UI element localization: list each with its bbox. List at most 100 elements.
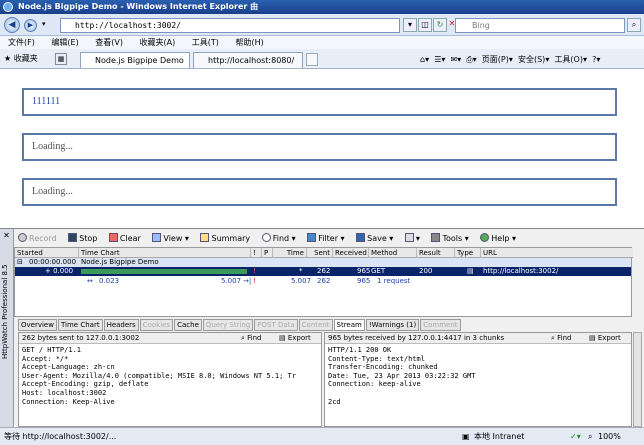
summary-button[interactable]: Summary	[200, 231, 250, 246]
tab-localhost-8080[interactable]: http://localhost:8080/	[193, 52, 303, 68]
safety-menu[interactable]: 安全(S)	[518, 55, 545, 64]
menu-file[interactable]: 文件(F)	[8, 38, 35, 47]
tab-warnings[interactable]: !Warnings (1)	[365, 319, 420, 331]
refresh-icon[interactable]: ↻	[433, 18, 447, 32]
print-icon[interactable]: ⎙▾	[466, 55, 476, 64]
request-stream-pane: 262 bytes sent to 127.0.0.1:3002 ⌕ Find …	[18, 332, 322, 427]
tools-menu[interactable]: 工具(O)	[554, 55, 583, 64]
menu-help[interactable]: 帮助(H)	[235, 38, 263, 47]
status-text: 等待 http://localhost:3002/...	[4, 432, 117, 441]
help-icon	[480, 233, 490, 242]
view-icon	[152, 233, 162, 242]
request-stream-text[interactable]: GET / HTTP/1.1 Accept: */* Accept-Langua…	[22, 346, 296, 406]
tab-query-string[interactable]: Query String	[202, 319, 254, 331]
home-icon[interactable]: ⌂▾	[420, 55, 429, 64]
clear-icon	[108, 233, 118, 242]
response-scrollbar[interactable]	[633, 332, 642, 427]
col-method[interactable]: Method	[369, 248, 417, 258]
print-button[interactable]: ▾	[404, 231, 420, 246]
tab-cookies[interactable]: Cookies	[139, 319, 174, 331]
address-dropdown-icon[interactable]: ▾	[403, 18, 417, 32]
quick-tabs-icon[interactable]: ▦	[55, 53, 67, 65]
find-button[interactable]: Find ▾	[261, 231, 296, 246]
mail-icon[interactable]: ✉▾	[450, 55, 461, 64]
col-started[interactable]: Started	[15, 248, 79, 258]
find-icon	[261, 233, 271, 242]
sum-requests: 1 request	[377, 277, 411, 285]
stop-button[interactable]: Stop	[68, 231, 97, 246]
table-row[interactable]: + 0.000 ! * 262 965 GET 200 ▤ http://loc…	[15, 267, 631, 276]
col-type[interactable]: Type	[455, 248, 481, 258]
compat-view-icon[interactable]: ◫	[418, 18, 432, 32]
favorites-button[interactable]: ★ 收藏夹	[4, 53, 38, 64]
tab-bigpipe-demo[interactable]: Node.js Bigpipe Demo	[80, 52, 190, 68]
expand-icon[interactable]: ⊟	[17, 258, 23, 266]
view-button[interactable]: View ▾	[152, 231, 189, 246]
detail-tabs: Overview Time Chart Headers Cookies Cache Que…	[18, 319, 461, 331]
col-priority[interactable]: P	[262, 248, 273, 258]
col-time-chart[interactable]: Time Chart	[79, 248, 251, 258]
find-request-button[interactable]: ⌕ Find	[241, 333, 262, 344]
tab-comment[interactable]: Comment	[420, 319, 461, 331]
save-button[interactable]: Save ▾	[356, 231, 393, 246]
export-response-button[interactable]: ▤ Export	[589, 333, 621, 344]
help-icon[interactable]: ?▾	[592, 55, 600, 64]
page-menu[interactable]: 页面(P)	[482, 55, 509, 64]
pagelet-1: 111111	[22, 88, 617, 116]
protected-mode-icon[interactable]: ✓▾	[570, 428, 581, 445]
tab-time-chart[interactable]: Time Chart	[57, 319, 103, 331]
sum-time: 5.007	[291, 277, 312, 285]
help-button[interactable]: Help ▾	[480, 231, 516, 246]
request-grid: Started Time Chart ! P Time Sent Receive…	[14, 247, 633, 317]
clear-button[interactable]: Clear	[108, 231, 141, 246]
menu-favorites[interactable]: 收藏夹(A)	[140, 38, 176, 47]
warning-icon: !	[253, 267, 256, 275]
filter-icon	[307, 233, 317, 242]
zoom-level[interactable]: 100%	[598, 428, 621, 445]
tab-stream[interactable]: Stream	[333, 319, 365, 331]
back-button[interactable]: ◀	[4, 17, 20, 33]
sum-arrow-icon: ↔	[87, 277, 93, 285]
search-input[interactable]: Bing	[455, 18, 625, 33]
record-icon	[18, 233, 27, 242]
page-group-row[interactable]: ⊟ 00:00:00.000 Node.js Bigpipe Demo	[15, 258, 631, 267]
tools-button[interactable]: Tools ▾	[431, 231, 469, 246]
tab-headers[interactable]: Headers	[103, 319, 139, 331]
address-input[interactable]: http://localhost:3002/	[60, 18, 400, 33]
req-time: *	[299, 267, 303, 275]
response-stream-text[interactable]: HTTP/1.1 200 OK Content-Type: text/html …	[328, 346, 476, 406]
req-sent: 262	[317, 267, 331, 275]
forward-button[interactable]: ▶	[24, 19, 37, 32]
httpwatch-side-bar: ✕ HttpWatch Professional 8.5	[0, 229, 14, 427]
sum-warning: !	[253, 277, 256, 285]
col-time[interactable]: Time	[273, 248, 307, 258]
find-response-button[interactable]: ⌕ Find	[551, 333, 572, 344]
window-title: Node.js Bigpipe Demo - Windows Internet …	[18, 2, 259, 11]
menu-view[interactable]: 查看(V)	[95, 38, 123, 47]
search-icon[interactable]: ⌕	[627, 18, 641, 32]
menu-bar: 文件(F) 编辑(E) 查看(V) 收藏夹(A) 工具(T) 帮助(H)	[0, 36, 644, 49]
new-tab-button[interactable]	[306, 53, 318, 66]
ie-logo-icon	[3, 2, 13, 12]
record-button[interactable]: Record	[18, 231, 57, 246]
zoom-icon: ⌕	[588, 432, 593, 441]
export-request-button[interactable]: ▤ Export	[279, 333, 311, 344]
pagelet-2: Loading...	[22, 133, 617, 161]
filter-button[interactable]: Filter ▾	[307, 231, 345, 246]
sum-arrow2-icon: →|	[243, 277, 252, 285]
col-warning[interactable]: !	[251, 248, 262, 258]
stop-square-icon	[68, 233, 78, 242]
tab-post-data[interactable]: POST Data	[254, 319, 298, 331]
tools-icon	[431, 233, 441, 242]
col-sent[interactable]: Sent	[307, 248, 333, 258]
history-dropdown-icon[interactable]: ▾	[42, 20, 46, 28]
tab-cache[interactable]: Cache	[174, 319, 202, 331]
tab-overview[interactable]: Overview	[18, 319, 57, 331]
col-received[interactable]: Received	[333, 248, 369, 258]
col-url[interactable]: URL	[481, 248, 633, 258]
menu-edit[interactable]: 编辑(E)	[51, 38, 78, 47]
tab-content[interactable]: Content	[298, 319, 333, 331]
col-result[interactable]: Result	[417, 248, 455, 258]
feeds-icon[interactable]: ☰▾	[434, 55, 445, 64]
menu-tools[interactable]: 工具(T)	[192, 38, 219, 47]
